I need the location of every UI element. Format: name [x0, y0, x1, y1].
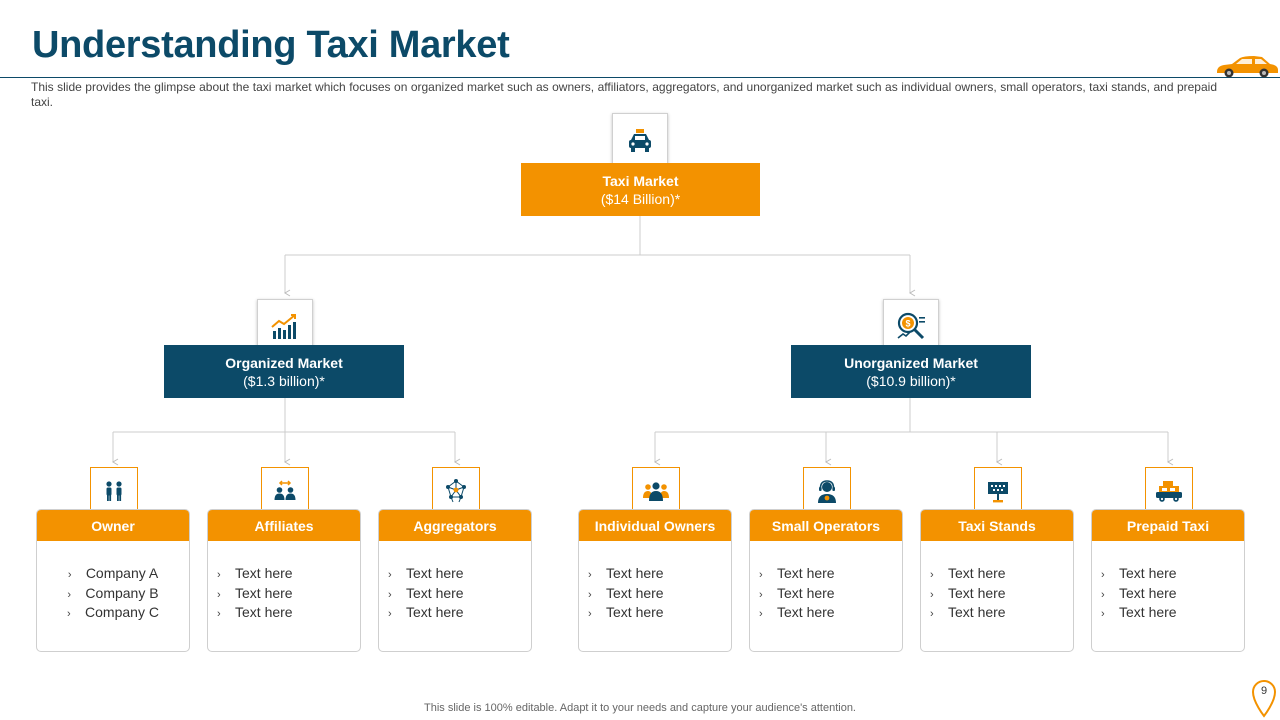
list-item: › Text here [388, 585, 531, 605]
list-item: › Text here [588, 585, 731, 605]
unorganized-market-title: Unorganized Market [844, 354, 978, 371]
chevron-right-icon: › [759, 588, 763, 601]
location-pin-icon [1251, 680, 1277, 718]
list-item: › Text here [930, 585, 1073, 605]
chevron-right-icon: › [930, 608, 934, 620]
taxi-icon-box [612, 113, 668, 169]
affiliates-card-title: Affiliates [208, 510, 360, 541]
list-item: › Company A [37, 565, 189, 585]
list-item: › Text here [588, 604, 731, 624]
owner-card: Owner › Company A › Company B › Company C [36, 509, 190, 652]
money-search-icon: $ [897, 312, 925, 340]
list-item: › Text here [388, 565, 531, 585]
chevron-right-icon: › [67, 569, 72, 581]
individual-owners-card-title: Individual Owners [579, 510, 731, 541]
list-item: › Company B [37, 585, 189, 605]
list-item: › Text here [1101, 604, 1244, 624]
chevron-right-icon: › [217, 588, 221, 601]
list-item: › Text here [1101, 585, 1244, 605]
taxi-market-title: Taxi Market [602, 172, 679, 189]
chevron-right-icon: › [388, 608, 392, 620]
unorganized-market-value: ($10.9 billion)* [866, 372, 956, 389]
group-icon [643, 482, 669, 501]
svg-text:$: $ [905, 319, 910, 329]
network-icon [446, 479, 466, 503]
prepaid-taxi-card: Prepaid Taxi › Text here › Text here › Text… [1091, 509, 1245, 652]
chevron-right-icon: › [67, 588, 72, 601]
aggregators-card: Aggregators › Text here › Text here › Text … [378, 509, 532, 652]
group-icon-box [632, 467, 680, 515]
list-item: › Text here [217, 565, 360, 585]
chevron-right-icon: › [759, 608, 763, 620]
taxi-stands-card-title: Taxi Stands [921, 510, 1073, 541]
list-item: › Text here [388, 604, 531, 624]
organized-market-value: ($1.3 billion)* [243, 372, 325, 389]
page-number: 9 [1260, 685, 1268, 697]
taxi-stands-card: Taxi Stands › Text here › Text here › Text … [920, 509, 1074, 652]
people-icon-box [90, 467, 138, 515]
taxi-market-value: ($14 Billion)* [600, 190, 681, 207]
taxi-market-node: Taxi Market ($14 Billion)* [521, 163, 760, 216]
individual-owners-card: Individual Owners › Text here › Text here … [578, 509, 732, 652]
chevron-right-icon: › [1101, 608, 1105, 620]
taxi-sign-icon-box [974, 467, 1022, 515]
prepaid-taxi-icon [1156, 481, 1182, 502]
partners-icon [274, 480, 296, 500]
chevron-right-icon: › [759, 569, 763, 581]
chevron-right-icon: › [1101, 569, 1105, 581]
partners-icon-box [261, 467, 309, 515]
owner-card-title: Owner [37, 510, 189, 541]
footer-note: This slide is 100% editable. Adapt it to… [424, 702, 856, 714]
list-item: › Text here [930, 604, 1073, 624]
prepaid-taxi-card-title: Prepaid Taxi [1092, 510, 1244, 541]
list-item: › Text here [759, 585, 902, 605]
chevron-right-icon: › [588, 569, 592, 581]
prepaid-taxi-icon-box [1145, 467, 1193, 515]
list-item: › Text here [588, 565, 731, 585]
network-icon-box [432, 467, 480, 515]
list-item: › Text here [217, 585, 360, 605]
operator-icon-box [803, 467, 851, 515]
chevron-right-icon: › [217, 569, 221, 581]
list-item: › Text here [1101, 565, 1244, 585]
chevron-right-icon: › [388, 569, 392, 581]
chevron-right-icon: › [67, 608, 71, 620]
small-operators-card-title: Small Operators [750, 510, 902, 541]
list-item: › Text here [759, 604, 902, 624]
small-operators-card: Small Operators › Text here › Text here › T… [749, 509, 903, 652]
list-item: › Company C [37, 604, 189, 624]
growth-chart-icon [271, 314, 296, 339]
chevron-right-icon: › [388, 588, 392, 601]
chevron-right-icon: › [588, 588, 592, 601]
chevron-right-icon: › [217, 608, 221, 620]
taxi-icon [629, 129, 651, 152]
list-item: › Text here [930, 565, 1073, 585]
organized-market-title: Organized Market [225, 354, 343, 371]
unorganized-market-node: Unorganized Market ($10.9 billion)* [791, 345, 1031, 398]
list-item: › Text here [759, 565, 902, 585]
affiliates-card: Affiliates › Text here › Text here › Text h… [207, 509, 361, 652]
people-icon [106, 481, 122, 501]
chevron-right-icon: › [1101, 588, 1105, 601]
list-item: › Text here [217, 604, 360, 624]
chevron-right-icon: › [930, 588, 934, 601]
page-title: Understanding Taxi Market [32, 24, 510, 66]
car-logo-icon [1217, 56, 1278, 78]
taxi-sign-icon [988, 482, 1008, 503]
title-divider [0, 77, 1280, 78]
chevron-right-icon: › [588, 608, 592, 620]
chevron-right-icon: › [930, 569, 934, 581]
slide-description: This slide provides the glimpse about th… [31, 80, 1217, 109]
aggregators-card-title: Aggregators [379, 510, 531, 541]
operator-icon [818, 480, 836, 503]
organized-market-node: Organized Market ($1.3 billion)* [164, 345, 404, 398]
